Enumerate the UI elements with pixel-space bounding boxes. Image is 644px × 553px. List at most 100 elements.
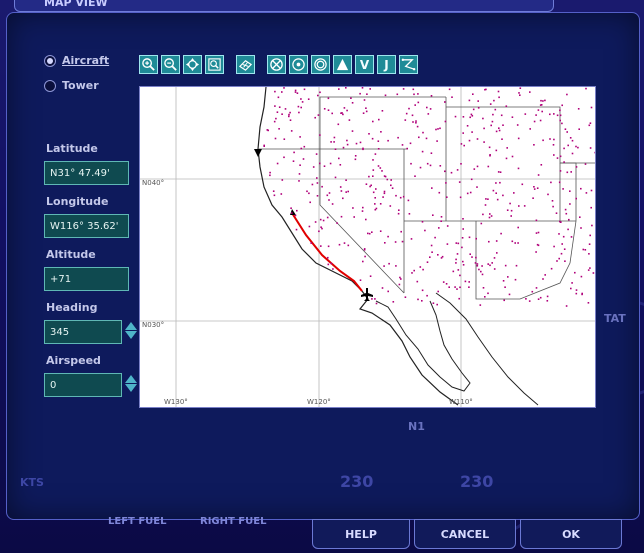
airport-dot bbox=[513, 192, 515, 194]
ok-button[interactable]: OK bbox=[520, 519, 622, 549]
airport-dot bbox=[472, 93, 474, 95]
airport-dot bbox=[483, 141, 485, 143]
airspeed-stepper[interactable] bbox=[124, 374, 138, 396]
airspeed-up-icon[interactable] bbox=[125, 375, 137, 383]
airport-dot bbox=[553, 154, 555, 156]
map-canvas[interactable]: N040° N030° W130° W120° W110° bbox=[139, 86, 596, 408]
airport-dot bbox=[422, 268, 424, 271]
airport-dot bbox=[440, 220, 442, 222]
airport-dot bbox=[472, 108, 475, 111]
airport-dot bbox=[502, 124, 504, 126]
airport-dot bbox=[362, 206, 364, 209]
airport-dot bbox=[511, 116, 514, 118]
heading-down-icon[interactable] bbox=[125, 331, 137, 339]
airspeed-input[interactable] bbox=[44, 373, 122, 397]
heading-stepper[interactable] bbox=[124, 321, 138, 343]
radio-tower-indicator[interactable] bbox=[44, 79, 56, 92]
airport-dot bbox=[276, 162, 279, 165]
airport-dot bbox=[552, 205, 554, 208]
latitude-input[interactable] bbox=[44, 161, 129, 185]
airport-dot bbox=[518, 205, 520, 207]
airport-dot bbox=[281, 113, 283, 115]
heading-up-icon[interactable] bbox=[125, 322, 137, 330]
airport-dot bbox=[580, 187, 582, 190]
airport-dot bbox=[559, 170, 562, 172]
airport-dot bbox=[333, 141, 335, 143]
airport-dot bbox=[312, 166, 315, 168]
route-icon bbox=[238, 59, 253, 71]
airport-dot bbox=[359, 92, 361, 95]
airport-dot bbox=[347, 190, 349, 193]
v-airway-button[interactable]: V bbox=[355, 55, 374, 74]
airport-dot bbox=[439, 165, 442, 167]
airport-dot bbox=[395, 265, 397, 267]
airport-dot bbox=[469, 116, 471, 119]
ndb-button[interactable] bbox=[289, 55, 308, 74]
airspeed-down-icon[interactable] bbox=[125, 384, 137, 392]
airport-dot bbox=[363, 249, 366, 251]
help-button[interactable]: HELP bbox=[312, 519, 410, 549]
airport-dot bbox=[345, 179, 347, 181]
airport-dot bbox=[387, 235, 389, 238]
airport-dot bbox=[591, 224, 593, 227]
radio-tower[interactable]: Tower bbox=[44, 79, 99, 92]
airport-dot bbox=[298, 180, 300, 182]
airport-dot bbox=[473, 168, 476, 170]
airport-dot bbox=[392, 301, 395, 303]
airport-dot bbox=[575, 289, 578, 291]
altitude-input[interactable] bbox=[44, 267, 129, 291]
airport-dot bbox=[427, 113, 430, 115]
zoom-box-button[interactable] bbox=[205, 55, 224, 74]
airport-dot bbox=[383, 175, 386, 177]
airport-dot bbox=[347, 244, 350, 247]
airport-dot bbox=[575, 292, 578, 295]
airport-dot bbox=[466, 192, 469, 195]
airport-dot bbox=[441, 255, 444, 258]
zoom-in-button[interactable] bbox=[139, 55, 158, 74]
airport-dot bbox=[450, 171, 453, 174]
airport-button[interactable] bbox=[311, 55, 330, 74]
airport-dot bbox=[558, 233, 560, 235]
airport-dot bbox=[589, 267, 591, 269]
airport-dot bbox=[560, 252, 563, 255]
route-button[interactable] bbox=[236, 55, 255, 74]
airport-dot bbox=[571, 152, 574, 155]
airport-dot bbox=[327, 245, 330, 248]
airport-dot bbox=[415, 122, 417, 124]
airport-dot bbox=[558, 257, 560, 260]
grid-label-w130: W130° bbox=[164, 398, 188, 406]
vor-button[interactable] bbox=[267, 55, 286, 74]
airport-dot bbox=[342, 113, 344, 116]
cancel-button[interactable]: CANCEL bbox=[414, 519, 516, 549]
airport-dot bbox=[340, 112, 342, 114]
grid-label-n40: N040° bbox=[142, 179, 165, 187]
airport-dot bbox=[589, 234, 591, 237]
longitude-input[interactable] bbox=[44, 214, 129, 238]
zoom-out-button[interactable] bbox=[161, 55, 180, 74]
airport-dot bbox=[455, 258, 457, 261]
airport-dot bbox=[426, 294, 428, 297]
center-button[interactable] bbox=[183, 55, 202, 74]
airport-dot bbox=[377, 140, 380, 142]
airport-dot bbox=[411, 114, 414, 117]
heading-input[interactable] bbox=[44, 320, 122, 344]
radio-aircraft-indicator[interactable] bbox=[44, 54, 56, 67]
airport-dot bbox=[384, 94, 387, 97]
radio-aircraft[interactable]: Aircraft bbox=[44, 54, 109, 67]
j-airway-button[interactable]: J bbox=[377, 55, 396, 74]
triangle-button[interactable] bbox=[333, 55, 352, 74]
airport-dot bbox=[497, 171, 500, 173]
airport-dot bbox=[525, 298, 527, 300]
airport-dot bbox=[337, 123, 340, 126]
flightplan-button[interactable] bbox=[399, 55, 418, 74]
airport-dot bbox=[421, 300, 423, 302]
airport-dot bbox=[537, 174, 540, 176]
airport-dots bbox=[263, 87, 595, 307]
longitude-label: Longitude bbox=[46, 195, 109, 208]
airport-dot bbox=[297, 105, 300, 108]
airport-dot bbox=[571, 139, 574, 142]
airport-dot bbox=[490, 124, 492, 127]
state-borders bbox=[258, 96, 595, 300]
airport-dot bbox=[379, 230, 382, 232]
airport-dot bbox=[333, 136, 336, 139]
